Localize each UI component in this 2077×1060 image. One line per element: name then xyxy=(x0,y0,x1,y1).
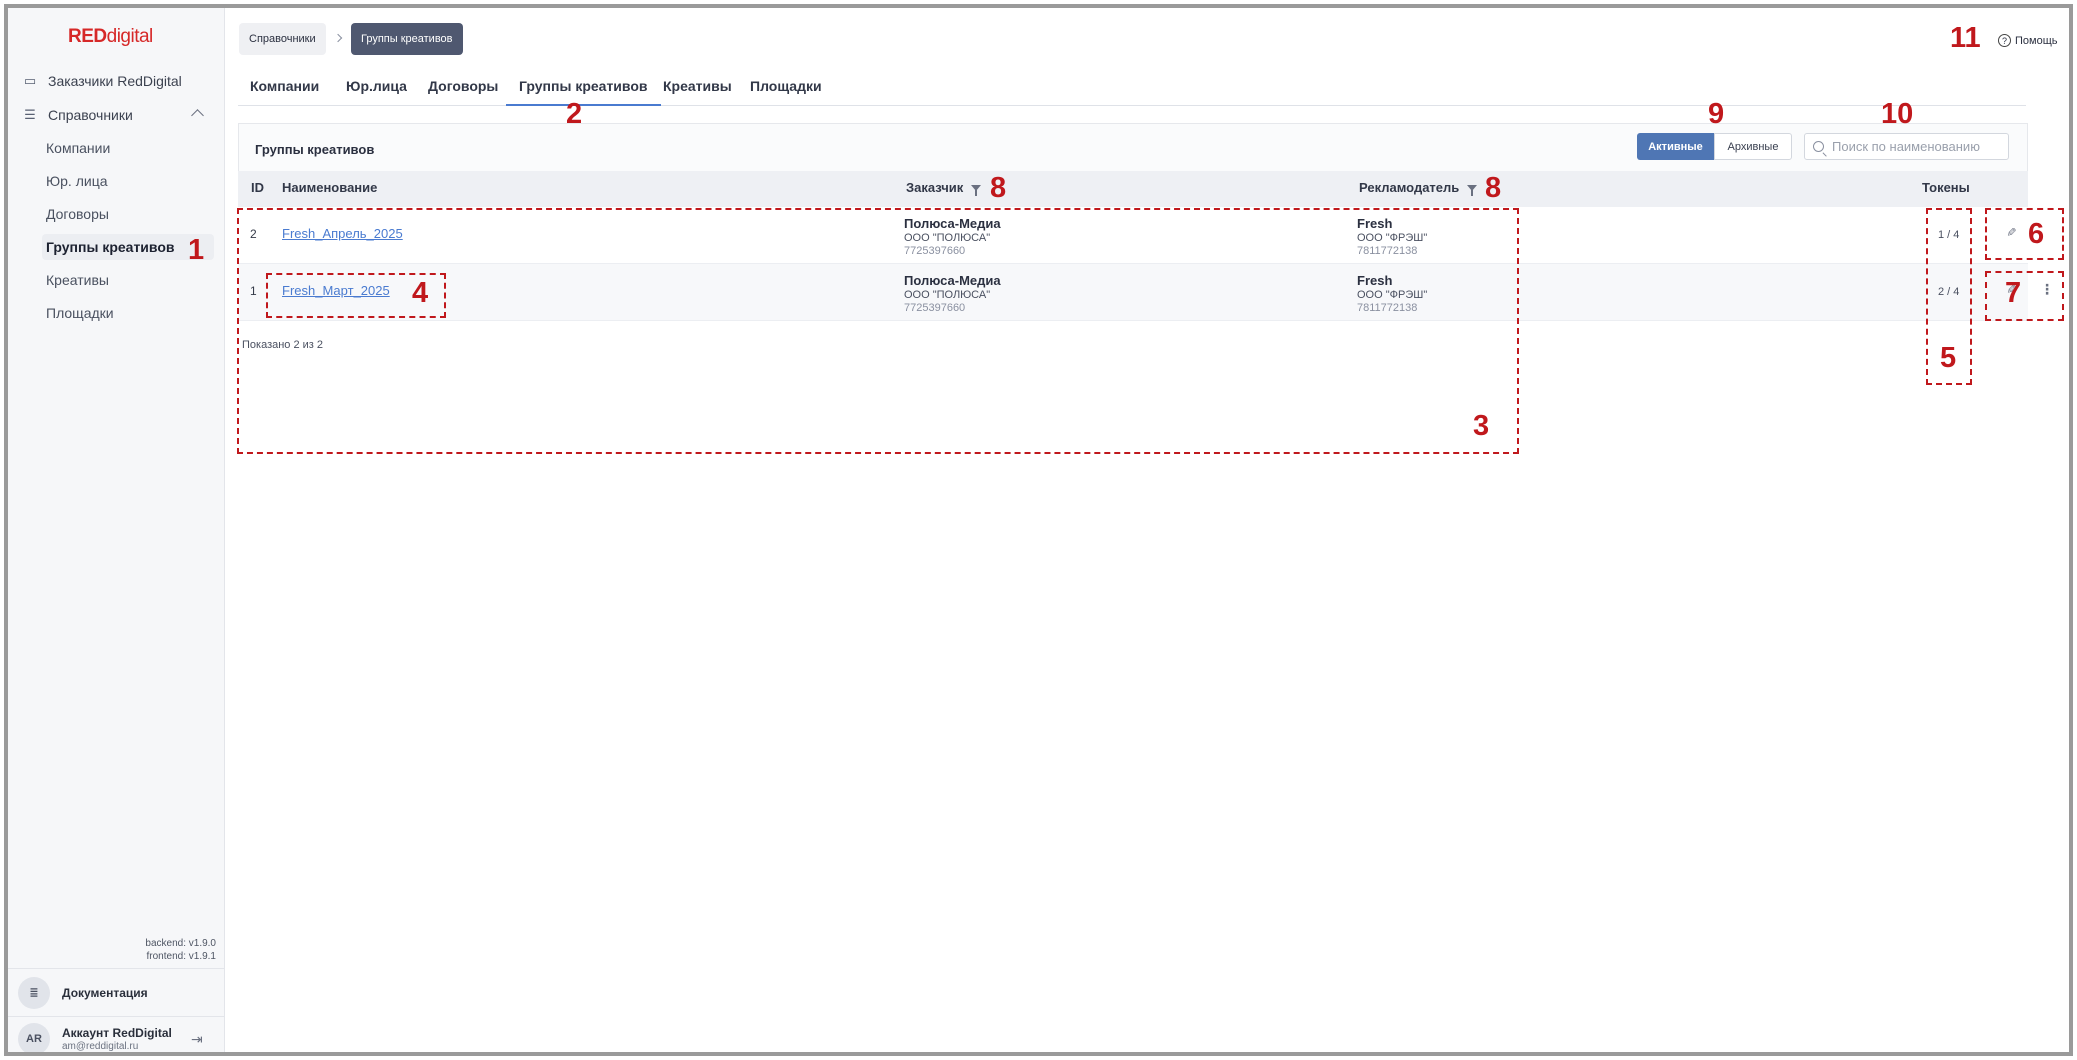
avatar: AR xyxy=(18,1022,50,1052)
sidebar: REDdigital ▭ Заказчики RedDigital ☰ Спра… xyxy=(8,8,225,1052)
filter-icon[interactable] xyxy=(971,184,982,196)
sidebar-item-creatives[interactable]: Креативы xyxy=(46,267,109,293)
help-label: Помощь xyxy=(2015,34,2058,47)
search-box[interactable] xyxy=(1804,133,2009,160)
account-name: Аккаунт RedDigital xyxy=(62,1025,172,1040)
help-icon: ? xyxy=(1998,34,2011,47)
tab-contracts[interactable]: Договоры xyxy=(428,70,498,106)
sidebar-item-companies[interactable]: Компании xyxy=(46,135,110,161)
filter-archive-button[interactable]: Архивные xyxy=(1714,133,1792,160)
sidebar-item-label: Заказчики RedDigital xyxy=(48,73,182,89)
annotation-number: 6 xyxy=(2028,218,2045,250)
annotation-number: 8 xyxy=(1485,172,1502,204)
filter-icon[interactable] xyxy=(1467,184,1478,196)
annotation-number: 11 xyxy=(1950,22,1981,54)
sidebar-section-references[interactable]: ☰ Справочники xyxy=(22,102,133,128)
logo[interactable]: REDdigital xyxy=(68,26,153,48)
annotation-number: 8 xyxy=(990,172,1007,204)
sidebar-item-contracts[interactable]: Договоры xyxy=(46,201,109,227)
logout-icon[interactable]: ⇥ xyxy=(191,1031,203,1048)
search-icon xyxy=(1813,141,1824,152)
frontend-version: frontend: v1.9.1 xyxy=(146,951,217,962)
list-icon: ☰ xyxy=(24,107,36,122)
annotation-number: 3 xyxy=(1473,410,1490,442)
table-header xyxy=(238,171,2028,207)
column-header-advertiser-label: Рекламодатель xyxy=(1359,180,1460,195)
logo-digital: digital xyxy=(106,26,154,47)
backend-version: backend: v1.9.0 xyxy=(145,938,216,949)
column-header-tokens: Токены xyxy=(1922,180,1970,195)
annotation-number: 2 xyxy=(566,98,583,130)
chevron-right-icon xyxy=(333,33,343,43)
sidebar-item-legal-entities[interactable]: Юр. лица xyxy=(46,168,108,194)
tab-creatives[interactable]: Креативы xyxy=(663,70,732,106)
column-header-id[interactable]: ID xyxy=(251,180,264,195)
sidebar-section-label: Справочники xyxy=(48,107,133,123)
document-icon: ≣ xyxy=(18,976,50,1009)
annotation-number: 9 xyxy=(1708,98,1725,130)
column-header-name-label: Наименование xyxy=(282,180,378,195)
column-header-tokens-label: Токены xyxy=(1922,180,1970,195)
search-input[interactable] xyxy=(1832,139,2002,154)
account-block[interactable]: AR Аккаунт RedDigital am@reddigital.ru ⇥ xyxy=(8,1016,225,1052)
chevron-up-icon[interactable] xyxy=(191,109,204,122)
annotation-number: 1 xyxy=(188,234,205,266)
tab-companies[interactable]: Компании xyxy=(250,70,319,106)
account-email: am@reddigital.ru xyxy=(62,1040,139,1052)
annotation-number: 10 xyxy=(1881,98,1914,130)
annotation-number: 7 xyxy=(2005,277,2022,309)
filter-active-button[interactable]: Активные xyxy=(1637,133,1714,160)
annotation-box-table-body xyxy=(237,208,1519,454)
column-header-name[interactable]: Наименование xyxy=(282,180,377,195)
column-header-id-label: ID xyxy=(251,180,264,195)
logo-red: RED xyxy=(68,26,107,47)
annotation-box-actions xyxy=(1985,271,2064,321)
help-link[interactable]: ? Помощь xyxy=(1998,34,2058,47)
breadcrumb-parent[interactable]: Справочники xyxy=(239,23,326,55)
column-header-advertiser[interactable]: Рекламодатель xyxy=(1359,180,1478,196)
annotation-number: 4 xyxy=(412,277,429,309)
column-header-customer-label: Заказчик xyxy=(906,180,964,195)
tab-creative-groups[interactable]: Группы креативов xyxy=(506,70,661,106)
sidebar-item-platforms[interactable]: Площадки xyxy=(46,300,114,326)
tab-platforms[interactable]: Площадки xyxy=(750,70,822,106)
sidebar-item-customers[interactable]: ▭ Заказчики RedDigital xyxy=(22,68,182,94)
breadcrumb-current: Группы креативов xyxy=(351,23,463,55)
column-header-customer[interactable]: Заказчик xyxy=(906,180,982,196)
documentation-link[interactable]: ≣ Документация xyxy=(8,968,225,1016)
tab-legal-entities[interactable]: Юр.лица xyxy=(346,70,407,106)
documentation-label: Документация xyxy=(62,985,148,1000)
annotation-number: 5 xyxy=(1940,342,1957,374)
version-info: backend: v1.9.0 frontend: v1.9.1 xyxy=(145,937,216,963)
panel-title: Группы креативов xyxy=(255,142,375,157)
annotation-box-edit xyxy=(1985,208,2064,260)
app-window: REDdigital ▭ Заказчики RedDigital ☰ Спра… xyxy=(4,4,2073,1056)
id-card-icon: ▭ xyxy=(23,73,37,88)
tab-bar: Компании Юр.лица Договоры Группы креатив… xyxy=(238,70,2026,106)
